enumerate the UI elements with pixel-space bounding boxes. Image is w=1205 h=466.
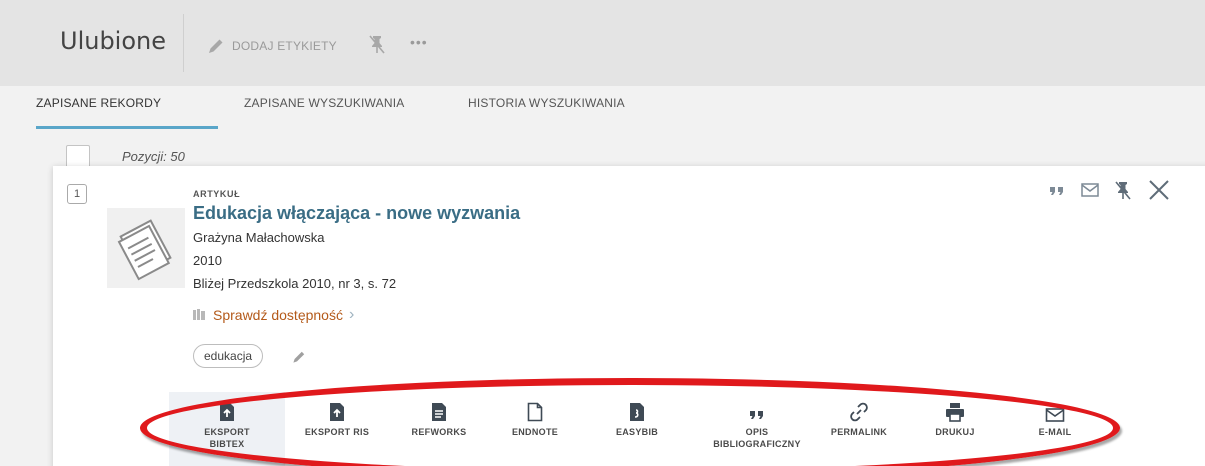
- citation-button[interactable]: OPIS BIBLIOGRAFICZNY: [697, 392, 817, 466]
- record-card[interactable]: 1 ARTYKUŁ Edukacja włączająca - nowe wyz…: [53, 166, 1205, 466]
- easybib-icon: [630, 403, 644, 421]
- tag-chip[interactable]: edukacja: [193, 344, 264, 368]
- citation-label: OPIS BIBLIOGRAFICZNY: [713, 427, 801, 449]
- permalink-label: PERMALINK: [830, 427, 888, 437]
- add-labels-label: DODAJ ETYKIETY: [232, 39, 337, 53]
- export-actions-bar: EKSPORT BIBTEX EKSPORT RIS REFWORKS ENDN…: [169, 392, 1171, 466]
- tab-search-history[interactable]: HISTORIA WYSZUKIWANIA: [468, 96, 625, 110]
- export-ris-icon: [330, 403, 344, 421]
- unpin-record-button[interactable]: [1112, 179, 1134, 206]
- record-author: Grażyna Małachowska: [193, 230, 325, 245]
- citation-icon: [750, 411, 763, 419]
- export-bibtex-button[interactable]: EKSPORT BIBTEX: [169, 392, 285, 466]
- record-year: 2010: [193, 253, 222, 268]
- header-divider: [183, 14, 184, 72]
- easybib-label: EASYBIB: [615, 427, 659, 437]
- export-bibtex-label: EKSPORT BIBTEX: [204, 427, 250, 449]
- refworks-icon: [432, 403, 446, 421]
- tab-saved-records[interactable]: ZAPISANE REKORDY: [36, 96, 161, 110]
- list-toolbar: Pozycji: 50: [0, 130, 1205, 170]
- record-source: Bliżej Przedszkola 2010, nr 3, s. 72: [193, 276, 397, 291]
- add-labels-button[interactable]: DODAJ ETYKIETY: [206, 36, 337, 56]
- article-thumbnail: [107, 208, 185, 288]
- quote-button[interactable]: [1049, 184, 1065, 203]
- active-tab-indicator: [36, 126, 218, 129]
- close-icon: [1149, 180, 1169, 200]
- pencil-icon: [209, 39, 223, 53]
- email-record-button[interactable]: [1080, 181, 1100, 204]
- document-icon: [117, 219, 172, 281]
- record-title[interactable]: Edukacja włączająca - nowe wyzwania: [193, 203, 520, 224]
- endnote-icon: [527, 402, 543, 422]
- unpin-icon: [1115, 181, 1131, 200]
- mail-icon: [1045, 408, 1065, 422]
- book-icon: [193, 309, 205, 320]
- export-ris-button[interactable]: EKSPORT RIS: [289, 392, 385, 466]
- link-icon: [850, 402, 868, 422]
- chevron-right-icon: ›: [348, 306, 355, 323]
- export-bibtex-icon: [220, 403, 234, 421]
- email-button[interactable]: E-MAIL: [1007, 392, 1103, 466]
- print-button[interactable]: DRUKUJ: [907, 392, 1003, 466]
- more-button[interactable]: •••: [410, 34, 428, 50]
- record-number: 1: [67, 184, 87, 204]
- unpin-button[interactable]: [366, 33, 388, 55]
- refworks-label: REFWORKS: [411, 427, 467, 437]
- item-count: Pozycji: 50: [122, 149, 185, 164]
- endnote-button[interactable]: ENDNOTE: [487, 392, 583, 466]
- unpin-icon: [369, 35, 385, 54]
- pencil-icon: [293, 351, 305, 363]
- favorites-header: Ulubione DODAJ ETYKIETY •••: [0, 0, 1205, 86]
- edit-tags-button[interactable]: [291, 349, 307, 370]
- endnote-label: ENDNOTE: [511, 427, 559, 437]
- tab-saved-searches[interactable]: ZAPISANE WYSZUKIWANIA: [244, 96, 404, 110]
- page-title: Ulubione: [60, 27, 167, 55]
- print-label: DRUKUJ: [935, 427, 975, 437]
- tabs-bar: ZAPISANE REKORDY ZAPISANE WYSZUKIWANIA H…: [0, 86, 1205, 130]
- email-label: E-MAIL: [1038, 427, 1072, 437]
- easybib-button[interactable]: EASYBIB: [589, 392, 685, 466]
- refworks-button[interactable]: REFWORKS: [391, 392, 487, 466]
- envelope-icon: [1081, 183, 1099, 197]
- permalink-button[interactable]: PERMALINK: [809, 392, 909, 466]
- check-availability-link[interactable]: Sprawdź dostępność ›: [193, 306, 354, 324]
- print-icon: [946, 403, 964, 422]
- export-ris-label: EKSPORT RIS: [304, 427, 370, 437]
- close-button[interactable]: [1147, 178, 1171, 207]
- quote-icon: [1050, 187, 1063, 195]
- availability-label: Sprawdź dostępność: [213, 307, 343, 323]
- record-type: ARTYKUŁ: [193, 189, 241, 199]
